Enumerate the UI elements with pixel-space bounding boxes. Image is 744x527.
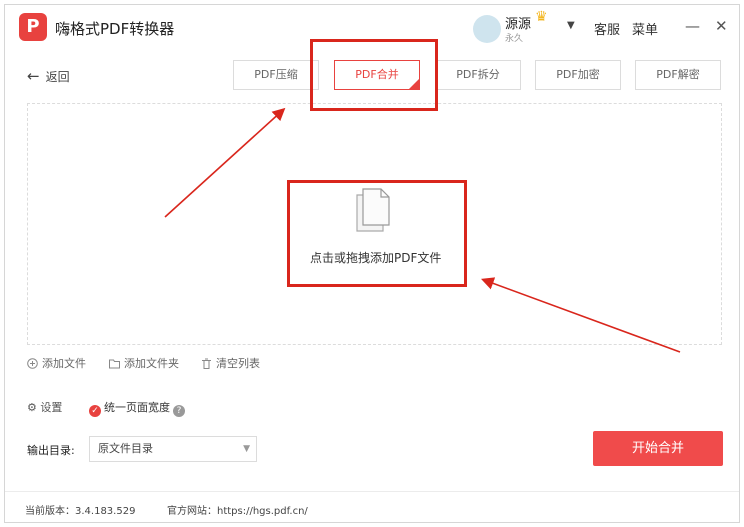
output-dir-value: 原文件目录 [98, 442, 153, 455]
minimize-button[interactable]: — [685, 17, 700, 35]
folder-icon [109, 358, 120, 369]
tab-pdf-encrypt[interactable]: PDF加密 [535, 60, 621, 90]
close-button[interactable]: ✕ [715, 17, 728, 35]
back-button[interactable]: ← 返回 [27, 67, 70, 85]
chevron-down-icon[interactable]: ▼ [567, 20, 575, 31]
unify-width-checkbox[interactable]: ✓ 统一页面宽度? [89, 399, 185, 417]
output-dir-select[interactable]: 原文件目录 ▼ [89, 436, 257, 462]
tab-highlight-box [310, 39, 438, 111]
website-link[interactable]: 官方网站：https://hgs.pdf.cn/ [167, 502, 308, 517]
output-dir-label: 输出目录: [27, 444, 75, 457]
plus-circle-icon [27, 358, 38, 369]
add-folder-label: 添加文件夹 [124, 357, 179, 370]
help-icon[interactable]: ? [173, 405, 185, 417]
clear-list-label: 清空列表 [216, 357, 260, 370]
user-name[interactable]: 源源 [505, 13, 531, 32]
settings-button[interactable]: ⚙ 设置 [27, 399, 62, 415]
start-merge-button[interactable]: 开始合并 [593, 431, 723, 466]
add-folder-button[interactable]: 添加文件夹 [109, 355, 179, 371]
menu-link[interactable]: 菜单 [632, 19, 658, 38]
gear-icon: ⚙ [27, 401, 37, 414]
arrow-left-icon: ← [27, 67, 40, 85]
crown-icon: ♛ [535, 9, 548, 25]
user-membership: 永久 [505, 34, 524, 44]
footer: 当前版本：3.4.183.529 官方网站：https://hgs.pdf.cn… [5, 491, 739, 524]
app-title: 嗨格式PDF转换器 [55, 20, 175, 38]
settings-label: 设置 [40, 401, 63, 414]
add-file-label: 添加文件 [42, 357, 86, 370]
tab-label: PDF解密 [656, 68, 700, 81]
tab-label: PDF加密 [556, 68, 600, 81]
version-text: 当前版本：3.4.183.529 [25, 506, 136, 517]
app-logo-icon: P [19, 13, 47, 41]
dropzone-highlight-box [287, 180, 467, 287]
trash-icon [201, 358, 212, 369]
tab-label: PDF压缩 [254, 68, 298, 81]
tab-pdf-decrypt[interactable]: PDF解密 [635, 60, 721, 90]
avatar[interactable] [473, 15, 501, 43]
tab-label: PDF拆分 [456, 68, 500, 81]
chevron-down-icon: ▼ [243, 444, 250, 454]
back-label: 返回 [45, 70, 70, 84]
tab-pdf-split[interactable]: PDF拆分 [435, 60, 521, 90]
check-icon: ✓ [89, 405, 101, 417]
clear-list-button[interactable]: 清空列表 [201, 355, 260, 371]
tab-pdf-compress[interactable]: PDF压缩 [233, 60, 319, 90]
service-link[interactable]: 客服 [594, 19, 620, 38]
unify-width-label: 统一页面宽度 [104, 401, 170, 414]
add-file-button[interactable]: 添加文件 [27, 355, 86, 371]
